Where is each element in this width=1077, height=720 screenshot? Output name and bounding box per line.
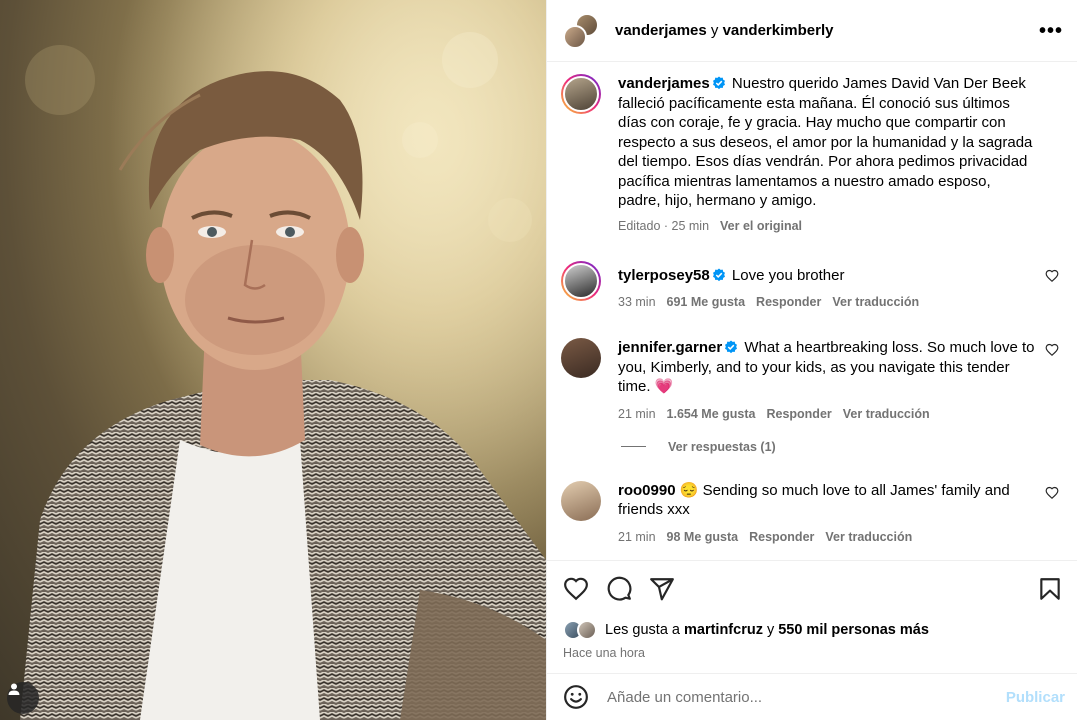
- comment-time: 21 min: [618, 406, 656, 421]
- publish-button[interactable]: Publicar: [1006, 689, 1065, 706]
- like-comment-heart-icon[interactable]: [1045, 486, 1059, 500]
- post-photo[interactable]: [0, 0, 546, 720]
- comment-meta: 21 min 1.654 Me gusta Responder Ver trad…: [618, 407, 1035, 421]
- likes-summary[interactable]: Les gusta a martinfcruz y 550 mil person…: [563, 620, 1063, 640]
- reply-button[interactable]: Responder: [749, 530, 814, 544]
- translate-button[interactable]: Ver traducción: [832, 295, 919, 309]
- user-tag-icon: [8, 683, 20, 695]
- comment: jennifer.garner What a heartbreaking los…: [561, 338, 1061, 421]
- comment-icon[interactable]: [606, 576, 632, 602]
- see-original-link[interactable]: Ver el original: [720, 219, 802, 233]
- comment-text: Love you brother: [731, 266, 845, 284]
- likes-count[interactable]: 550 mil personas más: [778, 622, 929, 638]
- translate-button[interactable]: Ver traducción: [843, 407, 930, 421]
- add-comment-bar: Publicar: [547, 673, 1077, 720]
- post-side-panel: vanderjames y vanderkimberly ••• vanderj…: [546, 0, 1077, 720]
- reply-button[interactable]: Responder: [756, 295, 821, 309]
- avatar[interactable]: [561, 338, 601, 378]
- translate-button[interactable]: Ver traducción: [825, 530, 912, 544]
- post-header: vanderjames y vanderkimberly •••: [547, 0, 1077, 62]
- divider: [621, 446, 646, 447]
- like-comment-heart-icon[interactable]: [1045, 269, 1059, 283]
- comment-likes[interactable]: 98 Me gusta: [667, 530, 739, 544]
- comment-meta: 21 min 98 Me gusta Responder Ver traducc…: [618, 530, 1035, 544]
- caption-meta: Editado · 25 min Ver el original: [618, 219, 1035, 233]
- portrait-illustration: [0, 0, 546, 720]
- reply-button[interactable]: Responder: [766, 407, 831, 421]
- comment-meta: 33 min 691 Me gusta Responder Ver traduc…: [618, 295, 1035, 309]
- comment-username[interactable]: roo0990: [618, 482, 676, 499]
- liker-avatars: [563, 620, 601, 640]
- liker-username[interactable]: martinfcruz: [684, 622, 763, 638]
- more-options-button[interactable]: •••: [1039, 21, 1063, 41]
- user-tag-button[interactable]: [7, 682, 39, 714]
- emoji-icon[interactable]: [563, 684, 589, 710]
- likes-joiner: y: [766, 622, 775, 638]
- verified-badge-icon: [712, 268, 725, 281]
- avatar: [563, 24, 587, 49]
- likes-prefix: Les gusta a: [605, 622, 680, 638]
- share-icon[interactable]: [649, 576, 675, 602]
- comment-likes[interactable]: 691 Me gusta: [667, 295, 746, 309]
- authors-conjunction: y: [710, 22, 719, 39]
- comment-username[interactable]: tylerposey58: [618, 267, 710, 284]
- like-comment-heart-icon[interactable]: [1045, 343, 1059, 357]
- edited-label: Editado · 25 min: [618, 218, 710, 233]
- comment-input[interactable]: [607, 688, 1006, 706]
- heart-icon[interactable]: [563, 576, 589, 602]
- comment-username[interactable]: jennifer.garner: [618, 339, 722, 356]
- verified-badge-icon: [712, 76, 725, 90]
- caption-text: Nuestro querido James David Van Der Beek…: [618, 75, 1033, 209]
- verified-badge-icon: [725, 340, 738, 354]
- collab-avatars[interactable]: [563, 12, 601, 49]
- post-authors: vanderjames y vanderkimberly: [615, 22, 1039, 39]
- author-link[interactable]: vanderjames: [615, 22, 707, 39]
- bookmark-icon[interactable]: [1037, 576, 1063, 602]
- view-replies-label: Ver respuestas (1): [668, 439, 776, 454]
- caption: vanderjames Nuestro querido James David …: [561, 74, 1061, 233]
- comments-section[interactable]: vanderjames Nuestro querido James David …: [547, 62, 1077, 560]
- post-actions: Les gusta a martinfcruz y 550 mil person…: [547, 560, 1077, 660]
- avatar[interactable]: [561, 74, 601, 114]
- comment-likes[interactable]: 1.654 Me gusta: [667, 407, 756, 421]
- avatar[interactable]: [561, 260, 601, 301]
- comment-text: 😔 Sending so much love to all James' fam…: [618, 481, 1010, 519]
- comment-time: 33 min: [618, 295, 656, 309]
- comment: tylerposey58 Love you brother 33 min 691…: [561, 260, 1061, 309]
- view-replies-button[interactable]: Ver respuestas (1): [621, 440, 1061, 454]
- caption-text-block: vanderjames Nuestro querido James David …: [618, 74, 1035, 211]
- more-icon: •••: [1038, 19, 1063, 42]
- author-link[interactable]: vanderkimberly: [723, 22, 834, 39]
- avatar[interactable]: [561, 480, 601, 521]
- caption-username[interactable]: vanderjames: [618, 75, 710, 92]
- comment: roo0990 😔 Sending so much love to all Ja…: [561, 480, 1061, 544]
- post-timestamp[interactable]: Hace una hora: [563, 646, 1063, 660]
- comment-time: 21 min: [618, 529, 656, 544]
